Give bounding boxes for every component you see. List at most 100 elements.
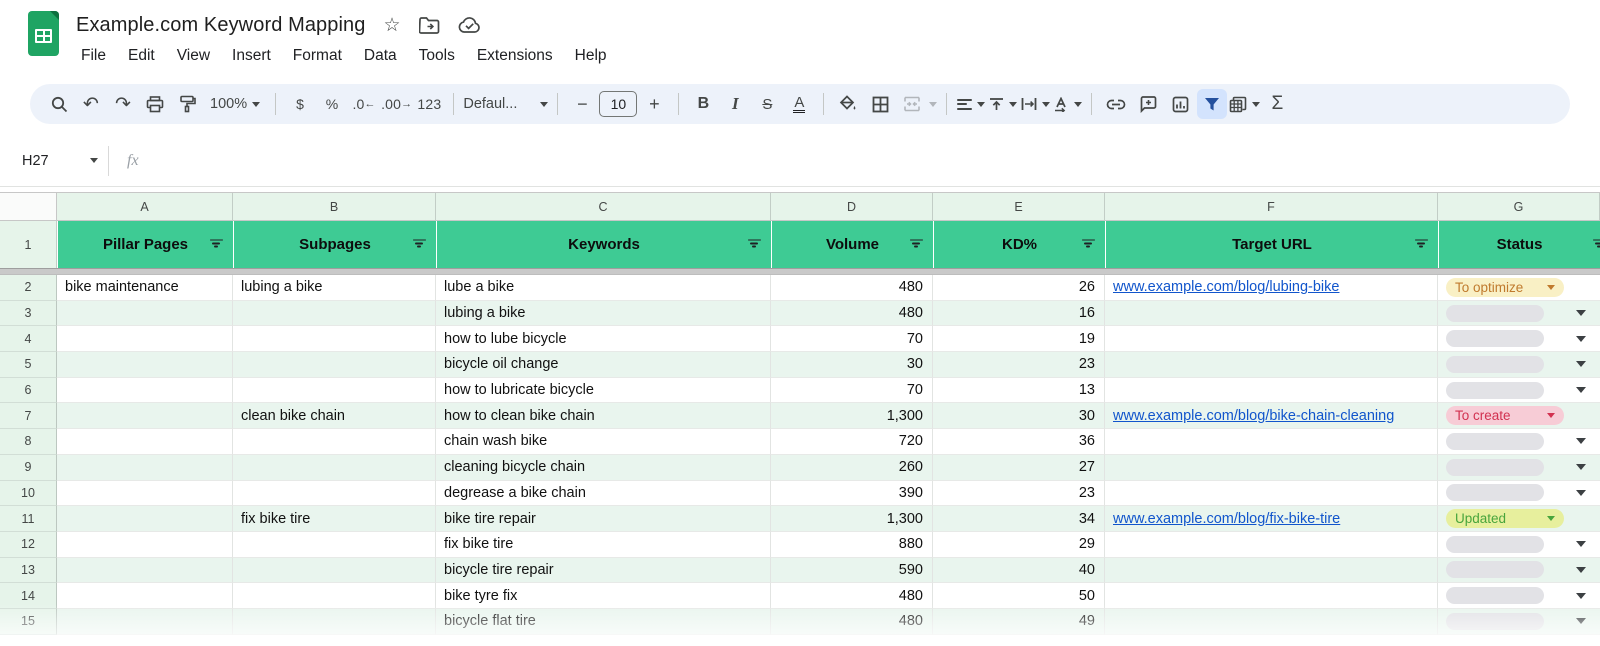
cell-kd[interactable]: 26 [933, 275, 1105, 301]
text-rotation-button[interactable] [1052, 89, 1082, 119]
functions-button[interactable]: Σ [1262, 89, 1292, 119]
cell-status[interactable]: Updated [1438, 506, 1600, 532]
cell-subpages[interactable] [233, 481, 436, 507]
insert-comment-icon[interactable] [1133, 89, 1163, 119]
cell-status[interactable] [1438, 481, 1600, 507]
cell-pillar-pages[interactable] [57, 429, 233, 455]
cell-status[interactable] [1438, 609, 1600, 635]
cell-subpages[interactable] [233, 455, 436, 481]
cell-target-url[interactable] [1105, 326, 1438, 352]
header-target-url[interactable]: Target URL [1105, 221, 1438, 268]
create-filter-button[interactable] [1197, 89, 1227, 119]
increase-decimals-button[interactable]: .00→ [381, 89, 412, 119]
cell-subpages[interactable] [233, 326, 436, 352]
cell-keyword[interactable]: lubing a bike [436, 301, 771, 327]
status-dropdown-empty[interactable] [1446, 433, 1544, 450]
cell-volume[interactable]: 70 [771, 326, 933, 352]
filter-icon[interactable] [412, 239, 426, 250]
search-icon[interactable] [44, 89, 74, 119]
cell-subpages[interactable] [233, 583, 436, 609]
cell-pillar-pages[interactable] [57, 583, 233, 609]
chevron-down-icon[interactable] [1576, 464, 1586, 470]
cell-target-url[interactable] [1105, 558, 1438, 584]
menu-view[interactable]: View [166, 44, 221, 68]
cell-status[interactable] [1438, 558, 1600, 584]
redo-icon[interactable]: ↷ [108, 89, 138, 119]
cell-status[interactable] [1438, 455, 1600, 481]
cell-kd[interactable]: 40 [933, 558, 1105, 584]
row-number[interactable]: 6 [0, 378, 57, 404]
cell-volume[interactable]: 480 [771, 609, 933, 635]
filter-icon[interactable] [209, 239, 223, 250]
cell-status[interactable] [1438, 378, 1600, 404]
filter-icon[interactable] [1081, 239, 1095, 250]
status-badge[interactable]: To optimize [1446, 278, 1564, 297]
cell-subpages[interactable]: lubing a bike [233, 275, 436, 301]
decrease-decimals-button[interactable]: .0← [349, 89, 379, 119]
header-keywords[interactable]: Keywords [436, 221, 771, 268]
chevron-down-icon[interactable] [1576, 438, 1586, 444]
cell-target-url[interactable] [1105, 378, 1438, 404]
cell-subpages[interactable]: clean bike chain [233, 403, 436, 429]
cell-subpages[interactable] [233, 558, 436, 584]
chevron-down-icon[interactable] [1576, 541, 1586, 547]
format-percent-button[interactable]: % [317, 89, 347, 119]
cell-subpages[interactable] [233, 352, 436, 378]
cell-keyword[interactable]: bike tyre fix [436, 583, 771, 609]
row-number[interactable]: 12 [0, 532, 57, 558]
cell-keyword[interactable]: bike tire repair [436, 506, 771, 532]
cell-keyword[interactable]: degrease a bike chain [436, 481, 771, 507]
cell-subpages[interactable] [233, 429, 436, 455]
name-box[interactable]: H27 [0, 153, 108, 169]
menu-format[interactable]: Format [282, 44, 353, 68]
cell-pillar-pages[interactable] [57, 326, 233, 352]
move-folder-icon[interactable] [419, 17, 440, 34]
header-status[interactable]: Status [1438, 221, 1600, 268]
text-wrap-button[interactable] [1020, 89, 1050, 119]
status-badge[interactable]: Updated [1446, 509, 1564, 528]
cell-volume[interactable]: 480 [771, 275, 933, 301]
print-icon[interactable] [140, 89, 170, 119]
cell-target-url[interactable] [1105, 583, 1438, 609]
chevron-down-icon[interactable] [1576, 336, 1586, 342]
cell-target-url[interactable] [1105, 455, 1438, 481]
cell-kd[interactable]: 23 [933, 481, 1105, 507]
italic-button[interactable]: I [720, 89, 750, 119]
column-header-e[interactable]: E [933, 193, 1105, 221]
row-number[interactable]: 9 [0, 455, 57, 481]
row-number[interactable]: 5 [0, 352, 57, 378]
status-dropdown-empty[interactable] [1446, 484, 1544, 501]
undo-icon[interactable]: ↶ [76, 89, 106, 119]
cell-volume[interactable]: 590 [771, 558, 933, 584]
status-dropdown-empty[interactable] [1446, 587, 1544, 604]
cell-target-url[interactable] [1105, 352, 1438, 378]
column-header-b[interactable]: B [233, 193, 436, 221]
cell-kd[interactable]: 13 [933, 378, 1105, 404]
cell-kd[interactable]: 36 [933, 429, 1105, 455]
menu-insert[interactable]: Insert [221, 44, 282, 68]
cell-subpages[interactable] [233, 609, 436, 635]
filter-icon[interactable] [1592, 239, 1600, 250]
status-dropdown-empty[interactable] [1446, 382, 1544, 399]
font-size-input[interactable]: 10 [599, 91, 637, 117]
target-url-link[interactable]: www.example.com/blog/bike-chain-cleaning [1113, 408, 1394, 424]
cell-pillar-pages[interactable] [57, 481, 233, 507]
chevron-down-icon[interactable] [1576, 618, 1586, 624]
strikethrough-button[interactable]: S [752, 89, 782, 119]
column-header-g[interactable]: G [1438, 193, 1600, 221]
cell-volume[interactable]: 30 [771, 352, 933, 378]
cell-pillar-pages[interactable]: bike maintenance [57, 275, 233, 301]
cell-status[interactable]: To create [1438, 403, 1600, 429]
increase-font-size-button[interactable]: + [639, 89, 669, 119]
cell-keyword[interactable]: how to lubricate bicycle [436, 378, 771, 404]
cell-keyword[interactable]: how to clean bike chain [436, 403, 771, 429]
insert-link-icon[interactable] [1101, 89, 1131, 119]
header-subpages[interactable]: Subpages [233, 221, 436, 268]
status-badge[interactable]: To create [1446, 406, 1564, 425]
status-dropdown-empty[interactable] [1446, 330, 1544, 347]
select-all-corner[interactable] [0, 193, 57, 221]
menu-tools[interactable]: Tools [408, 44, 466, 68]
cell-keyword[interactable]: bicycle oil change [436, 352, 771, 378]
chevron-down-icon[interactable] [1576, 593, 1586, 599]
cell-kd[interactable]: 29 [933, 532, 1105, 558]
